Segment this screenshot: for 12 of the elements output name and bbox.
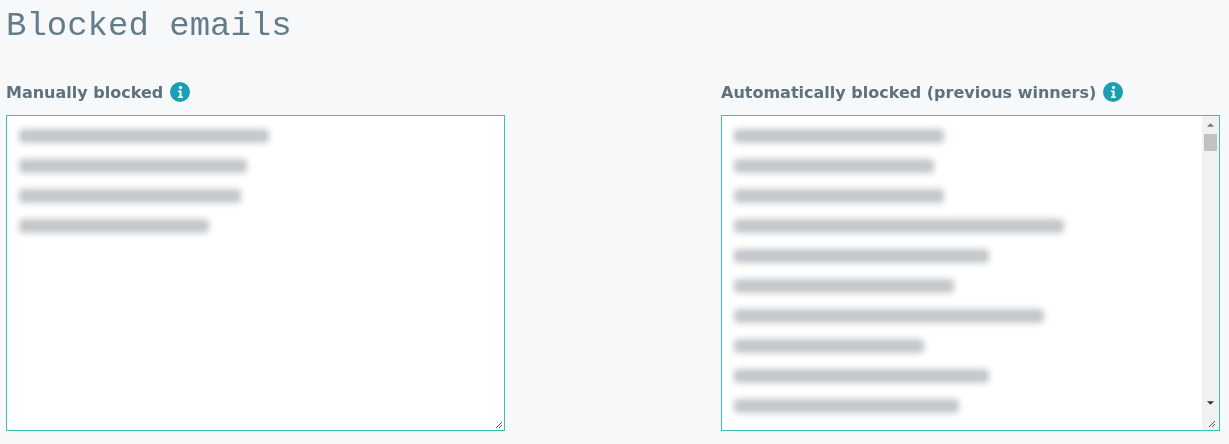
- scroll-down-icon[interactable]: [1206, 400, 1215, 406]
- field-label: Automatically blocked (previous winners): [721, 82, 1097, 102]
- scroll-up-icon[interactable]: [1206, 122, 1215, 128]
- info-icon[interactable]: [170, 82, 191, 102]
- info-icon[interactable]: [1103, 82, 1124, 102]
- page-title: Blocked emails: [6, 6, 293, 46]
- scrollbar-thumb[interactable]: [1204, 134, 1217, 151]
- email-list-field[interactable]: [6, 115, 505, 431]
- field-label: Manually blocked: [6, 82, 164, 102]
- scrollbar[interactable]: [1202, 116, 1219, 430]
- email-list-field[interactable]: [721, 115, 1220, 431]
- resize-grip-icon[interactable]: [493, 419, 503, 429]
